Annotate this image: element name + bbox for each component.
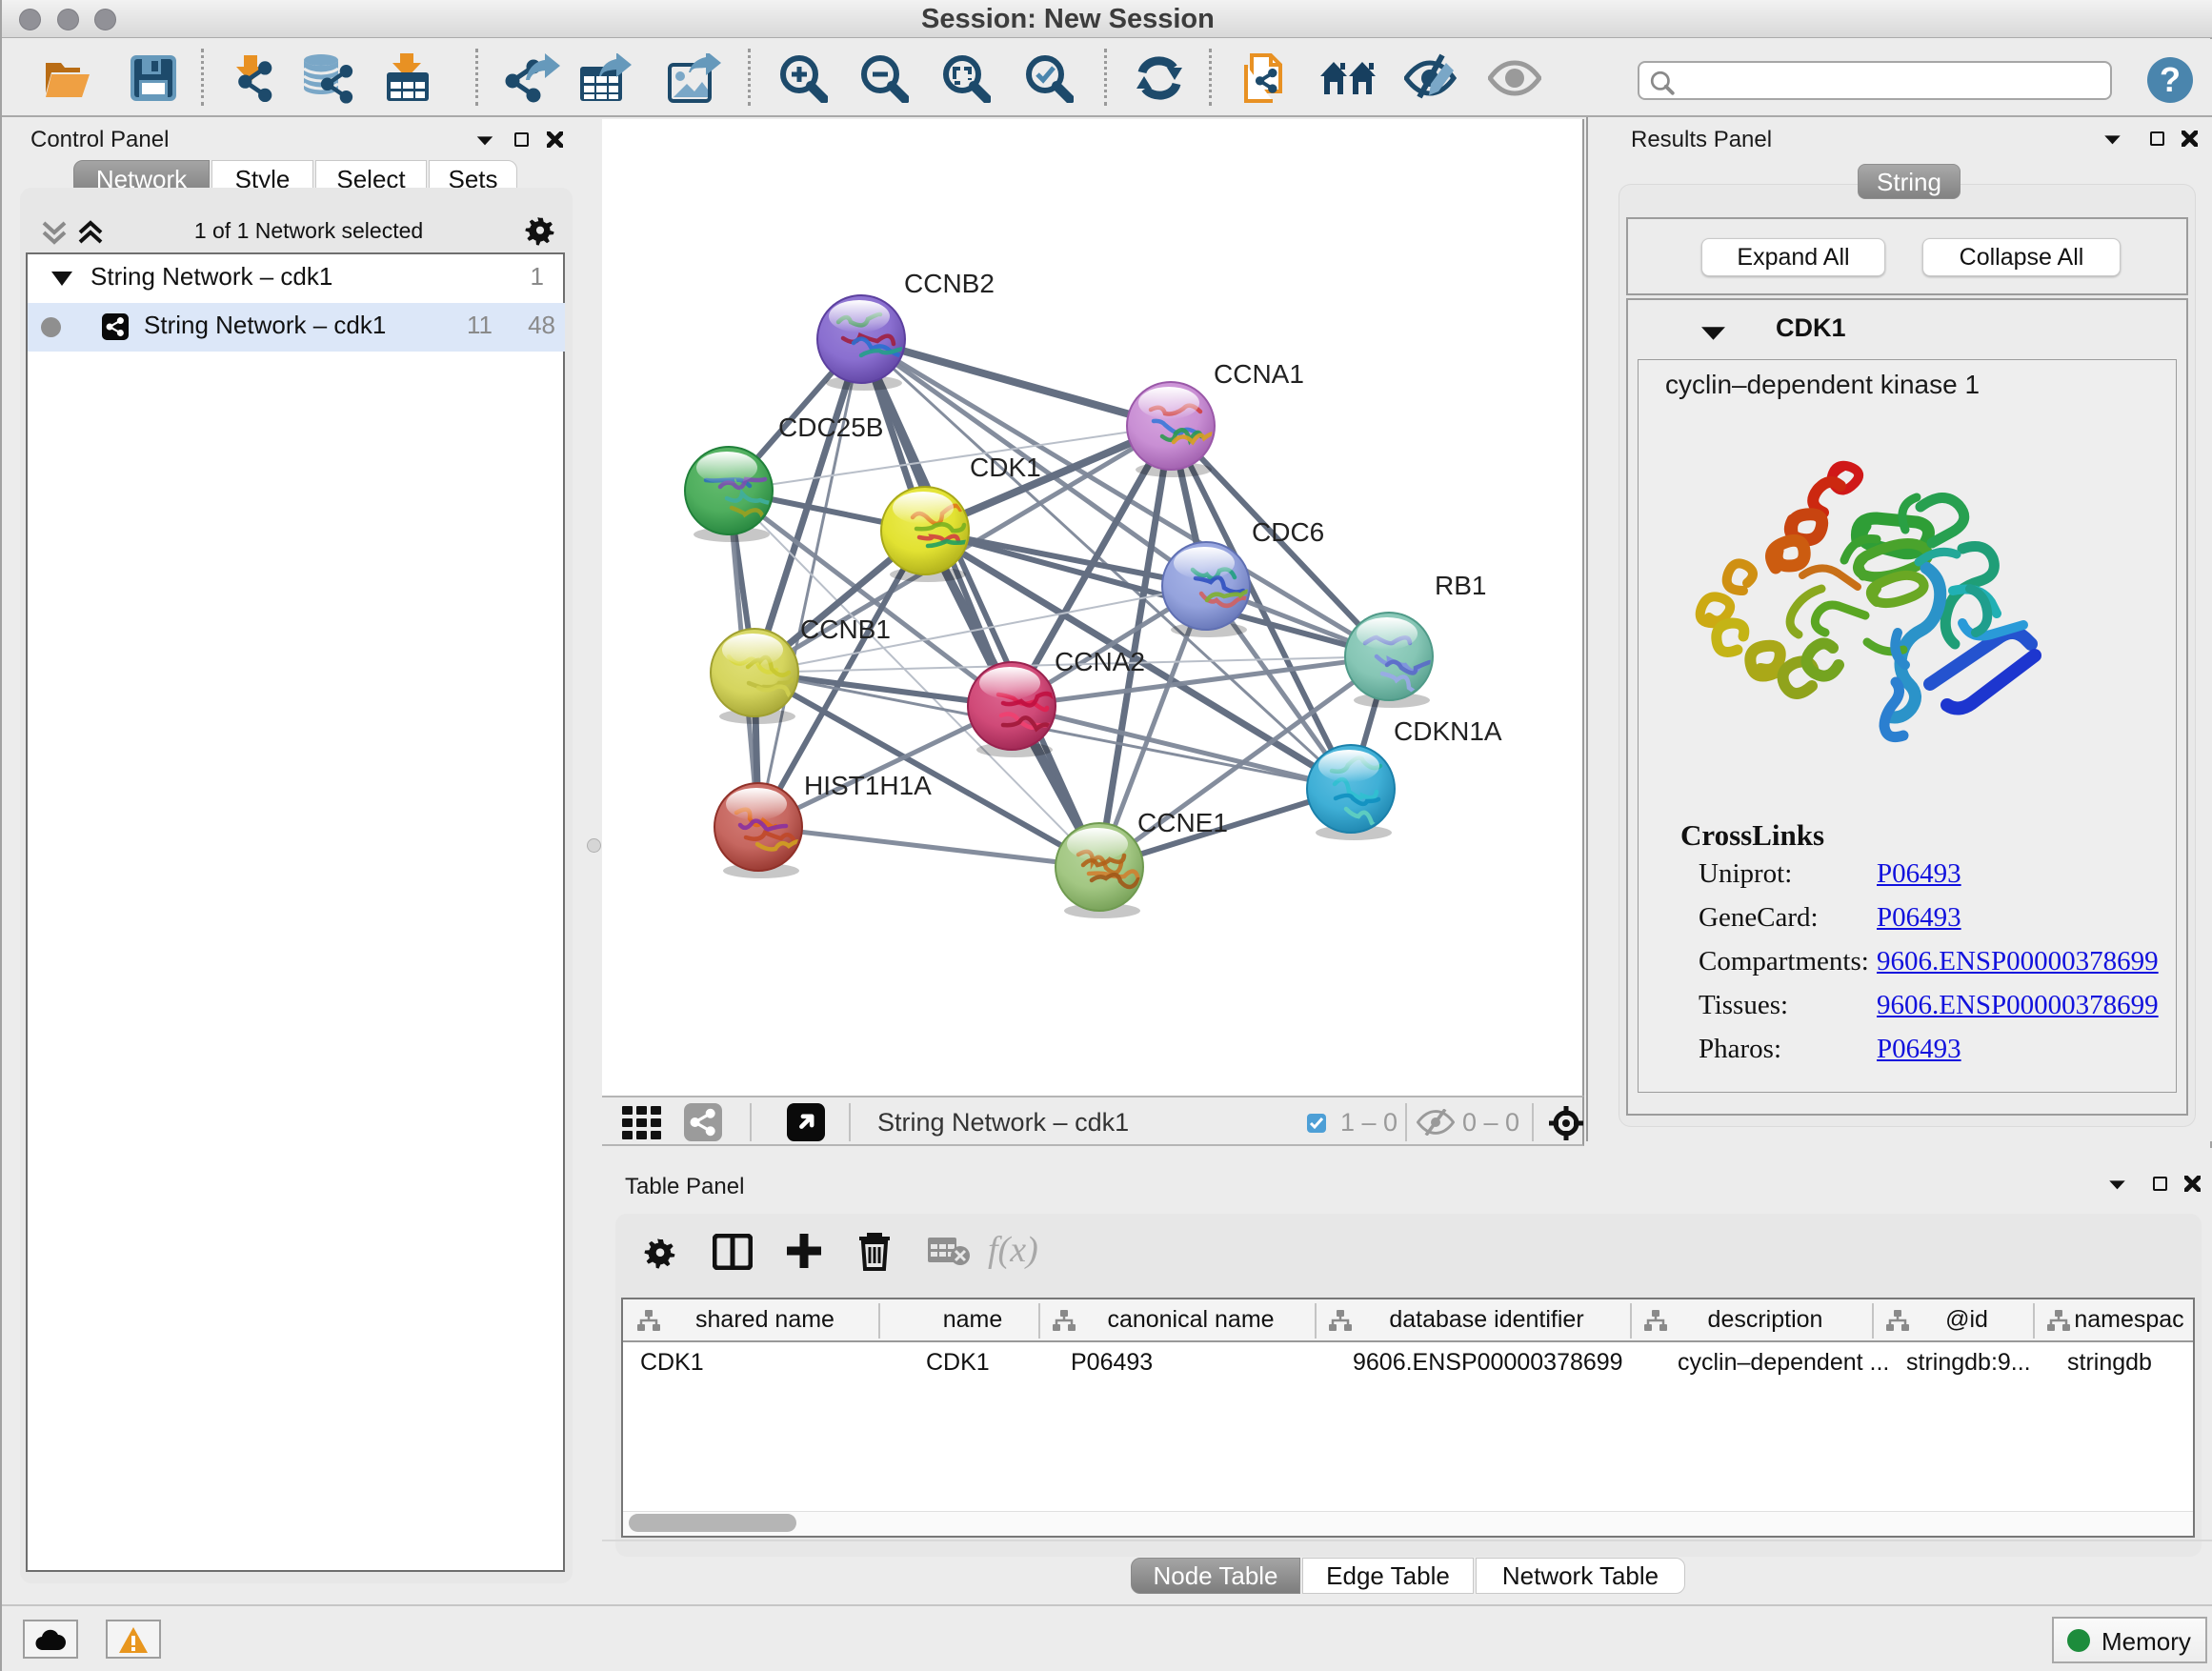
svg-text:CCNB2: CCNB2 [904, 269, 995, 298]
svg-text:HIST1H1A: HIST1H1A [804, 771, 932, 800]
svg-text:RB1: RB1 [1435, 571, 1486, 600]
svg-text:CDKN1A: CDKN1A [1394, 716, 1502, 746]
svg-text:CCNB1: CCNB1 [800, 614, 891, 644]
svg-text:CDC6: CDC6 [1252, 517, 1324, 547]
svg-text:CCNA1: CCNA1 [1214, 359, 1304, 389]
svg-text:CDK1: CDK1 [970, 453, 1041, 482]
svg-text:CDC25B: CDC25B [778, 413, 883, 442]
svg-text:CCNE1: CCNE1 [1137, 808, 1228, 837]
svg-text:CCNA2: CCNA2 [1055, 647, 1145, 676]
